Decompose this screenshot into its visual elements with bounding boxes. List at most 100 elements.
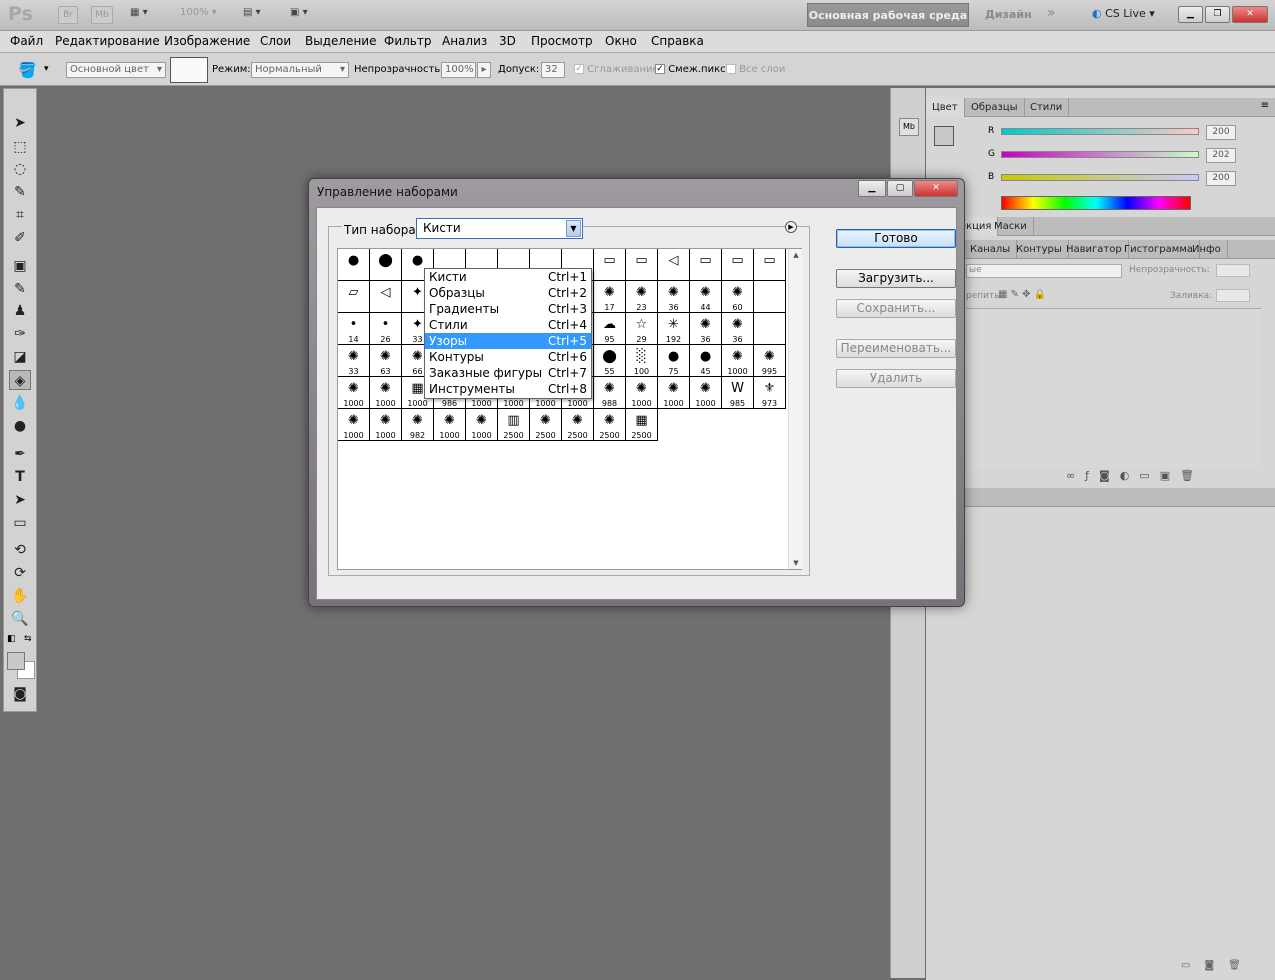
menu-layer[interactable]: Слои bbox=[260, 34, 291, 48]
brush-preset[interactable]: ⬤ bbox=[370, 249, 402, 281]
default-colors-icon[interactable]: ◧ bbox=[7, 634, 16, 644]
menu-image[interactable]: Изображение bbox=[164, 34, 250, 48]
tab-color[interactable]: Цвет bbox=[926, 98, 965, 117]
opacity-slider-arrow-icon[interactable]: ▸ bbox=[477, 62, 491, 78]
brush-preset[interactable]: ✺ 60 bbox=[722, 281, 754, 313]
brush-preset[interactable]: ▦ 2500 bbox=[626, 409, 658, 441]
brush-preset[interactable]: • 14 bbox=[338, 313, 370, 345]
eyedropper-tool-icon[interactable]: ✐ bbox=[9, 228, 31, 248]
history-brush-tool-icon[interactable]: ✑ bbox=[9, 324, 31, 344]
brush-preset[interactable]: ✺ 1000 bbox=[338, 409, 370, 441]
g-field[interactable]: 202 bbox=[1206, 148, 1236, 163]
dodge-tool-icon[interactable]: ● bbox=[9, 416, 31, 436]
menu-item-swatches[interactable]: Образцы Ctrl+2 bbox=[425, 285, 591, 301]
done-button[interactable]: Готово bbox=[836, 229, 956, 248]
fill-source-select[interactable]: Основной цвет ▾ bbox=[66, 62, 166, 78]
brush-preset[interactable]: ✺ 33 bbox=[338, 345, 370, 377]
g-slider[interactable] bbox=[1001, 151, 1199, 158]
workspace-design-button[interactable]: Дизайн bbox=[985, 8, 1032, 21]
brush-preset[interactable]: ● bbox=[338, 249, 370, 281]
brush-preset[interactable]: ✺ 2500 bbox=[562, 409, 594, 441]
close-button[interactable]: ✕ bbox=[1232, 6, 1268, 23]
r-slider[interactable] bbox=[1001, 128, 1199, 135]
blur-tool-icon[interactable]: 💧 bbox=[9, 393, 31, 413]
quick-selection-tool-icon[interactable]: ✎ bbox=[9, 182, 31, 202]
brush-preset[interactable]: ✺ 1000 bbox=[722, 345, 754, 377]
antialias-checkbox[interactable]: ✓ Сглаживание bbox=[574, 64, 659, 75]
paint-bucket-icon[interactable]: 🪣 bbox=[18, 61, 37, 79]
mode-select[interactable]: Нормальный ▾ bbox=[251, 62, 349, 78]
brush-preset[interactable]: ☁ 95 bbox=[594, 313, 626, 345]
menu-item-patterns[interactable]: Узоры Ctrl+5 bbox=[425, 333, 591, 349]
brush-preset[interactable] bbox=[754, 281, 786, 313]
swap-colors-icon[interactable]: ⇆ bbox=[24, 634, 32, 644]
history-footer-icons[interactable]: ▭◙🗑 bbox=[1181, 960, 1255, 971]
type-tool-icon[interactable]: T bbox=[9, 467, 31, 487]
brush-preset[interactable]: ● 45 bbox=[690, 345, 722, 377]
scroll-down-icon[interactable]: ▼ bbox=[789, 559, 803, 567]
brush-preset[interactable]: ▭ bbox=[722, 249, 754, 281]
brush-preset[interactable]: ✺ 36 bbox=[690, 313, 722, 345]
hand-tool-icon[interactable]: ✋ bbox=[9, 586, 31, 606]
brush-preset[interactable]: ✺ 63 bbox=[370, 345, 402, 377]
fill-field[interactable] bbox=[1216, 289, 1250, 302]
brush-preset[interactable]: ✺ 1000 bbox=[434, 409, 466, 441]
brush-preset[interactable]: ✺ 36 bbox=[658, 281, 690, 313]
menu-item-brushes[interactable]: Кисти Ctrl+1 bbox=[425, 269, 591, 285]
brush-preset[interactable]: ✺ 17 bbox=[594, 281, 626, 313]
blend-mode-select[interactable]: ые bbox=[966, 264, 1122, 278]
brush-preset[interactable]: ✺ 1000 bbox=[370, 377, 402, 409]
brush-preset[interactable]: ◁ bbox=[370, 281, 402, 313]
lasso-tool-icon[interactable]: ◌ bbox=[9, 159, 31, 179]
move-tool-icon[interactable]: ➤ bbox=[9, 113, 31, 133]
pen-tool-icon[interactable]: ✒ bbox=[9, 444, 31, 464]
cs-live-button[interactable]: ◐ CS Live ▾ bbox=[1092, 7, 1155, 20]
pattern-picker[interactable] bbox=[170, 57, 208, 83]
menu-edit[interactable]: Редактирование bbox=[55, 34, 160, 48]
zoom-tool-icon[interactable]: 🔍 bbox=[9, 609, 31, 629]
delete-button[interactable]: Удалить bbox=[836, 369, 956, 388]
brush-preset[interactable]: ● 75 bbox=[658, 345, 690, 377]
brush-preset[interactable]: ☆ 29 bbox=[626, 313, 658, 345]
menu-file[interactable]: Файл bbox=[10, 34, 43, 48]
path-selection-tool-icon[interactable]: ➤ bbox=[9, 490, 31, 510]
brush-preset[interactable]: ▭ bbox=[626, 249, 658, 281]
brush-preset[interactable]: ▭ bbox=[594, 249, 626, 281]
save-button[interactable]: Сохранить... bbox=[836, 299, 956, 318]
arrange-documents-dropdown[interactable]: ▤ ▾ bbox=[243, 7, 261, 23]
tab-info[interactable]: Инфо bbox=[1186, 240, 1228, 259]
brush-preset[interactable]: ✺ 44 bbox=[690, 281, 722, 313]
layers-footer-icons[interactable]: ∞ƒ◙◐▭▣🗑 bbox=[1066, 469, 1204, 482]
brush-preset[interactable]: ▭ bbox=[754, 249, 786, 281]
menu-analysis[interactable]: Анализ bbox=[442, 34, 487, 48]
lock-icons[interactable]: ▦ ✎ ✥ 🔒 bbox=[998, 289, 1046, 300]
menu-item-styles[interactable]: Стили Ctrl+4 bbox=[425, 317, 591, 333]
b-slider[interactable] bbox=[1001, 174, 1199, 181]
r-field[interactable]: 200 bbox=[1206, 125, 1236, 140]
color-spectrum-bar[interactable] bbox=[1001, 196, 1191, 210]
brush-preset[interactable]: ✺ 36 bbox=[722, 313, 754, 345]
dialog-close-button[interactable]: ✕ bbox=[914, 180, 958, 197]
brush-preset[interactable] bbox=[754, 313, 786, 345]
brush-preset[interactable]: ▥ 2500 bbox=[498, 409, 530, 441]
restore-button[interactable]: ❐ bbox=[1205, 6, 1230, 23]
quick-mask-icon[interactable]: ◙ bbox=[9, 684, 31, 704]
tab-swatches[interactable]: Образцы bbox=[965, 98, 1025, 117]
scroll-up-icon[interactable]: ▲ bbox=[789, 251, 803, 259]
all-layers-checkbox[interactable]: Все слои bbox=[726, 64, 785, 75]
menu-help[interactable]: Справка bbox=[651, 34, 704, 48]
brush-preset[interactable]: ⬤ 55 bbox=[594, 345, 626, 377]
3d-rotate-tool-icon[interactable]: ⟲ bbox=[9, 540, 31, 560]
view-extras-dropdown[interactable]: ▦ ▾ bbox=[130, 7, 148, 23]
clone-stamp-tool-icon[interactable]: ♟ bbox=[9, 301, 31, 321]
mini-bridge-panel-icon[interactable]: Mb bbox=[899, 118, 919, 136]
brush-preset[interactable]: W 985 bbox=[722, 377, 754, 409]
brush-preset[interactable]: ░ 100 bbox=[626, 345, 658, 377]
menu-item-contours[interactable]: Контуры Ctrl+6 bbox=[425, 349, 591, 365]
3d-orbit-tool-icon[interactable]: ⟳ bbox=[9, 563, 31, 583]
chevron-down-icon[interactable]: ▼ bbox=[566, 220, 581, 237]
minimize-button[interactable]: ▁ bbox=[1178, 6, 1203, 23]
more-workspaces-icon[interactable]: » bbox=[1047, 5, 1056, 21]
screen-mode-dropdown[interactable]: ▣ ▾ bbox=[290, 7, 308, 23]
workspace-essentials-button[interactable]: Основная рабочая среда bbox=[807, 3, 969, 27]
